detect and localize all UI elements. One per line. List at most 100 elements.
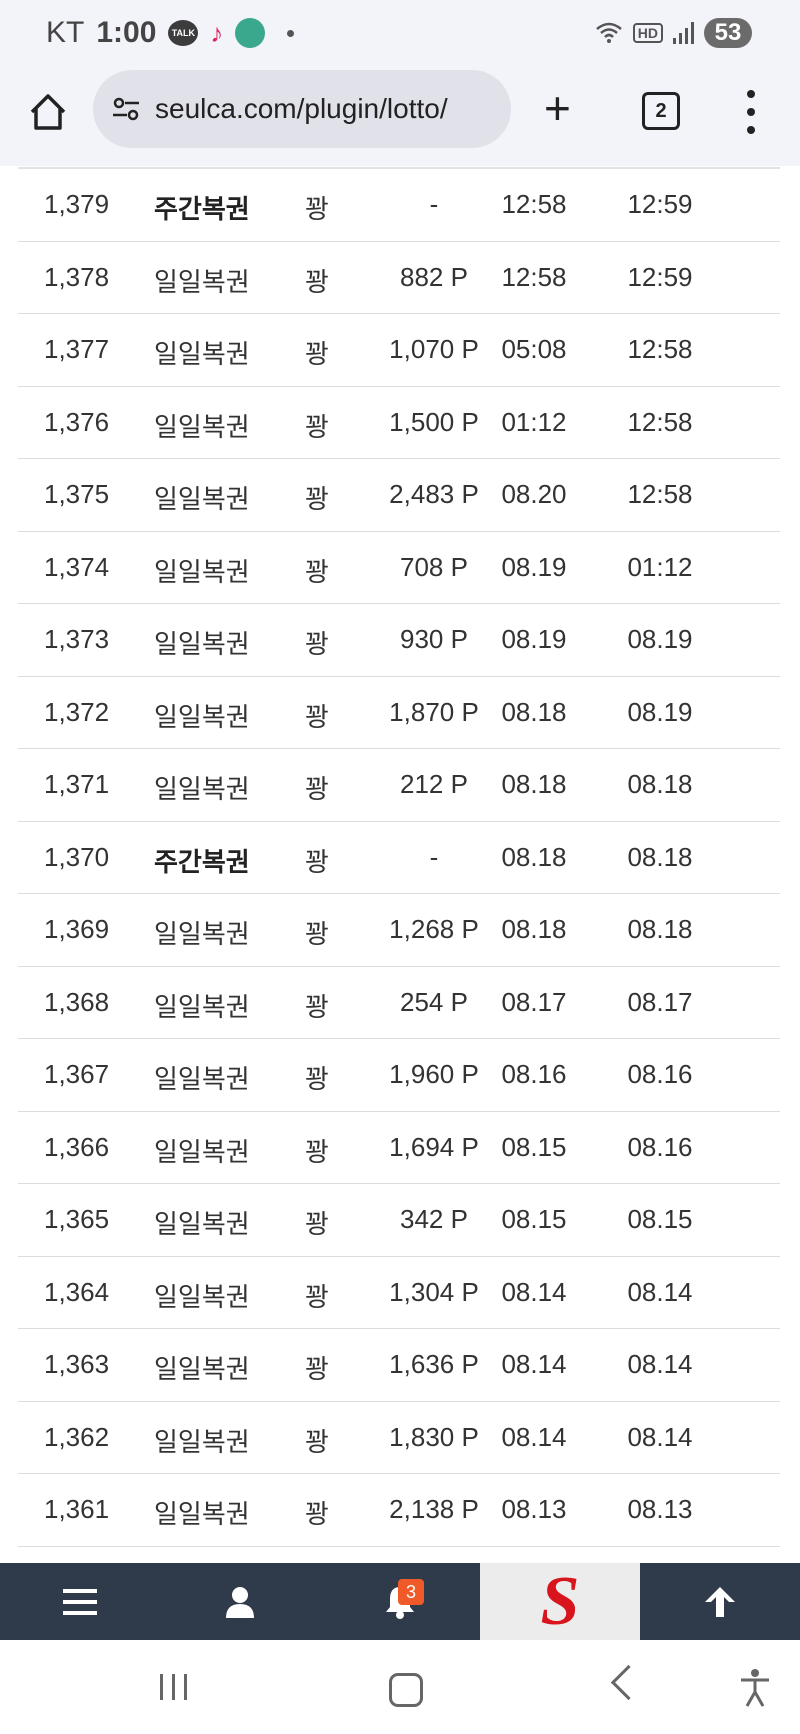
row-number: 1,374 [44, 551, 110, 582]
result: 꽝 [305, 484, 329, 514]
row-number: 1,370 [44, 841, 110, 872]
table-row: 1,367 일일복권 꽝 1,960 P 08.16 08.16 [18, 1039, 780, 1112]
scroll-top-button[interactable] [640, 1563, 800, 1640]
result: 꽝 [305, 266, 329, 297]
signal-icon [673, 22, 694, 44]
purchase-date: 08.14 [501, 1421, 567, 1452]
result: 꽝 [305, 194, 329, 224]
draw-date: 08.17 [627, 986, 693, 1017]
row-number: 1,375 [44, 479, 110, 509]
purchase-date: 08.18 [501, 696, 567, 727]
result: 꽝 [305, 1499, 329, 1529]
site-settings-icon[interactable] [111, 94, 141, 124]
site-logo-button[interactable]: S [480, 1563, 640, 1640]
purchase-date: 08.14 [501, 1349, 567, 1379]
carrier-label: KT [46, 16, 85, 49]
row-number: 1,379 [44, 189, 110, 219]
lottery-type: 주간복권 [154, 194, 250, 224]
result: 꽝 [305, 1209, 329, 1239]
lottery-type: 일일복권 [154, 266, 250, 297]
site-logo: S [540, 1563, 580, 1640]
row-number: 1,376 [44, 406, 110, 437]
site-bottom-nav: 3 S [0, 1563, 800, 1640]
row-number: 1,371 [44, 769, 110, 799]
row-number: 1,368 [44, 986, 110, 1017]
draw-date: 08.18 [627, 841, 693, 872]
purchase-date: 08.18 [501, 914, 567, 944]
hd-voice-icon: HD [632, 23, 663, 43]
table-row: 1,366 일일복권 꽝 1,694 P 08.15 08.16 [18, 1112, 780, 1184]
draw-date: 08.14 [627, 1421, 693, 1452]
purchase-date: 12:58 [501, 261, 567, 292]
browser-toolbar: seulca.com/plugin/lotto/ + 2 [0, 70, 800, 166]
purchase-date: 08.17 [501, 986, 567, 1017]
lottery-type: 일일복권 [154, 411, 250, 442]
clock: 1:00 [96, 16, 157, 49]
table-row: 1,371 일일복권 꽝 212 P 08.18 08.18 [18, 749, 780, 822]
result: 꽝 [305, 774, 329, 804]
user-icon [226, 1586, 254, 1618]
accessibility-icon[interactable] [738, 1668, 772, 1708]
purchase-date: 08.13 [501, 1494, 567, 1524]
purchase-date: 08.16 [501, 1059, 567, 1089]
system-home-icon[interactable] [389, 1673, 423, 1707]
recent-apps-icon[interactable] [160, 1674, 187, 1700]
row-number: 1,366 [44, 1131, 110, 1162]
draw-date: 12:59 [627, 261, 693, 292]
lottery-type: 일일복권 [154, 1426, 250, 1457]
url-field[interactable]: seulca.com/plugin/lotto/ [93, 70, 511, 148]
result: 꽝 [305, 556, 329, 587]
result: 꽝 [305, 919, 329, 949]
home-icon[interactable] [26, 90, 70, 134]
draw-date: 12:58 [627, 406, 693, 437]
draw-date: 08.19 [627, 696, 693, 727]
menu-button[interactable] [0, 1563, 160, 1640]
purchase-date: 08.19 [501, 624, 567, 654]
table-row: 1,361 일일복권 꽝 2,138 P 08.13 08.13 [18, 1474, 780, 1547]
draw-date: 08.13 [627, 1494, 693, 1524]
table-row: 1,372 일일복권 꽝 1,870 P 08.18 08.19 [18, 677, 780, 749]
purchase-date: 08.20 [501, 479, 567, 509]
lottery-type: 일일복권 [154, 774, 250, 804]
purchase-date: 08.15 [501, 1131, 567, 1162]
table-row: 1,379 주간복권 꽝 -12:58 12:59 [18, 169, 780, 242]
url-text: seulca.com/plugin/lotto/ [155, 93, 448, 124]
draw-date: 01:12 [627, 551, 693, 582]
draw-date: 08.18 [627, 914, 693, 944]
purchase-date: 08.18 [501, 841, 567, 872]
lottery-type: 일일복권 [154, 1136, 250, 1167]
result: 꽝 [305, 1354, 329, 1384]
tab-switcher-icon[interactable]: 2 [642, 92, 680, 130]
kakaotalk-icon: TALK [168, 20, 199, 46]
system-nav-bar [0, 1640, 800, 1734]
lottery-type: 일일복권 [154, 919, 250, 949]
lottery-type: 일일복권 [154, 339, 250, 369]
table-row: 1,377 일일복권 꽝 1,070 P 05:08 12:58 [18, 314, 780, 387]
lottery-type: 일일복권 [154, 629, 250, 659]
battery-icon: 53 [704, 18, 752, 48]
new-tab-icon[interactable]: + [544, 85, 571, 131]
user-button[interactable] [160, 1563, 320, 1640]
menu-icon [63, 1588, 97, 1615]
table-row: 1,362 일일복권 꽝 1,830 P 08.14 08.14 [18, 1402, 780, 1474]
result: 꽝 [305, 846, 329, 877]
status-bar: KT 1:00 TALK ♪ HD 53 [0, 0, 800, 70]
purchase-date: 08.15 [501, 1204, 567, 1234]
row-number: 1,369 [44, 914, 110, 944]
result: 꽝 [305, 629, 329, 659]
purchase-date: 08.19 [501, 551, 567, 582]
lottery-type: 일일복권 [154, 1499, 250, 1529]
status-right: HD 53 [595, 18, 752, 48]
row-number: 1,377 [44, 334, 110, 364]
back-icon[interactable] [610, 1664, 647, 1701]
lottery-type: 일일복권 [154, 1064, 250, 1094]
more-icon[interactable] [745, 90, 757, 134]
draw-date: 12:58 [627, 479, 693, 509]
table-row: 1,374 일일복권 꽝 708 P 08.19 01:12 [18, 532, 780, 604]
result: 꽝 [305, 411, 329, 442]
row-number: 1,364 [44, 1276, 110, 1307]
result: 꽝 [305, 339, 329, 369]
draw-date: 08.19 [627, 624, 693, 654]
more-notifications-icon [287, 29, 295, 37]
table-row: 1,369 일일복권 꽝 1,268 P 08.18 08.18 [18, 894, 780, 967]
